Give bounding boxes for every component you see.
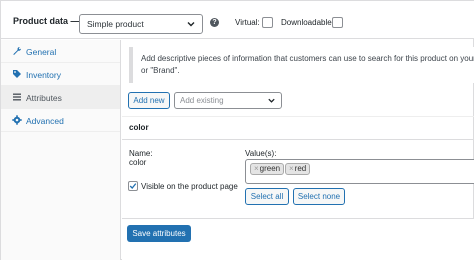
list-icon [13, 93, 21, 101]
add-existing-select[interactable]: Add existing [174, 92, 282, 109]
select-none-button[interactable]: Select none [293, 188, 345, 205]
chip-remove-icon[interactable]: × [289, 164, 294, 173]
wrench-icon [13, 47, 21, 55]
divider [122, 139, 474, 140]
tab-advanced-label: Advanced [26, 116, 64, 126]
attributes-notice: Add descriptive pieces of information th… [129, 47, 474, 83]
tab-attributes[interactable]: Attributes [1, 86, 120, 109]
divider [122, 116, 474, 117]
downloadable-label: Downloadable: [281, 18, 334, 27]
value-chip-green[interactable]: ×green [250, 163, 285, 175]
chip-remove-icon[interactable]: × [254, 164, 259, 173]
checkmark-icon [129, 183, 137, 189]
attribute-heading[interactable]: color [129, 123, 149, 132]
values-label: Value(s): [245, 149, 277, 158]
chevron-down-icon [268, 98, 275, 103]
panel-title: Product data — [13, 16, 80, 26]
value-chip-label: green [259, 164, 281, 173]
tab-general[interactable]: General [1, 40, 120, 63]
tab-inventory[interactable]: Inventory [1, 63, 120, 86]
notice-line-2: or "Brand". [141, 66, 180, 75]
tab-inventory-label: Inventory [26, 70, 61, 80]
value-chip-label: red [294, 164, 307, 173]
downloadable-checkbox[interactable] [332, 17, 343, 28]
product-type-value: Simple product [87, 19, 144, 29]
notice-line-1: Add descriptive pieces of information th… [141, 54, 474, 63]
name-label: Name: [129, 149, 153, 158]
add-new-button[interactable]: Add new [128, 92, 170, 109]
add-existing-placeholder: Add existing [180, 96, 224, 105]
virtual-checkbox[interactable] [262, 17, 273, 28]
gear-icon [12, 115, 22, 125]
help-icon[interactable]: ? [210, 18, 219, 27]
virtual-label: Virtual: [235, 18, 260, 27]
select-all-button[interactable]: Select all [245, 188, 289, 205]
visible-on-product-page-checkbox[interactable] [128, 181, 138, 191]
chevron-down-icon [187, 22, 195, 27]
tag-icon [13, 70, 21, 78]
value-chip-red[interactable]: ×red [285, 163, 311, 175]
tab-attributes-label: Attributes [26, 93, 62, 103]
product-data-header: Product data — Simple product ? Virtual:… [1, 1, 474, 39]
tab-advanced[interactable]: Advanced [1, 109, 120, 132]
values-multiselect[interactable]: ×green ×red [245, 159, 474, 184]
visible-on-product-page-label: Visible on the product page [141, 182, 238, 191]
product-data-tabs: General Inventory Attributes Advanced [1, 40, 121, 260]
product-data-panel: Product data — Simple product ? Virtual:… [0, 0, 474, 260]
tab-general-label: General [26, 47, 57, 57]
attribute-name-value: color [129, 158, 147, 167]
product-type-select[interactable]: Simple product [79, 14, 203, 34]
save-attributes-button[interactable]: Save attributes [127, 225, 191, 242]
